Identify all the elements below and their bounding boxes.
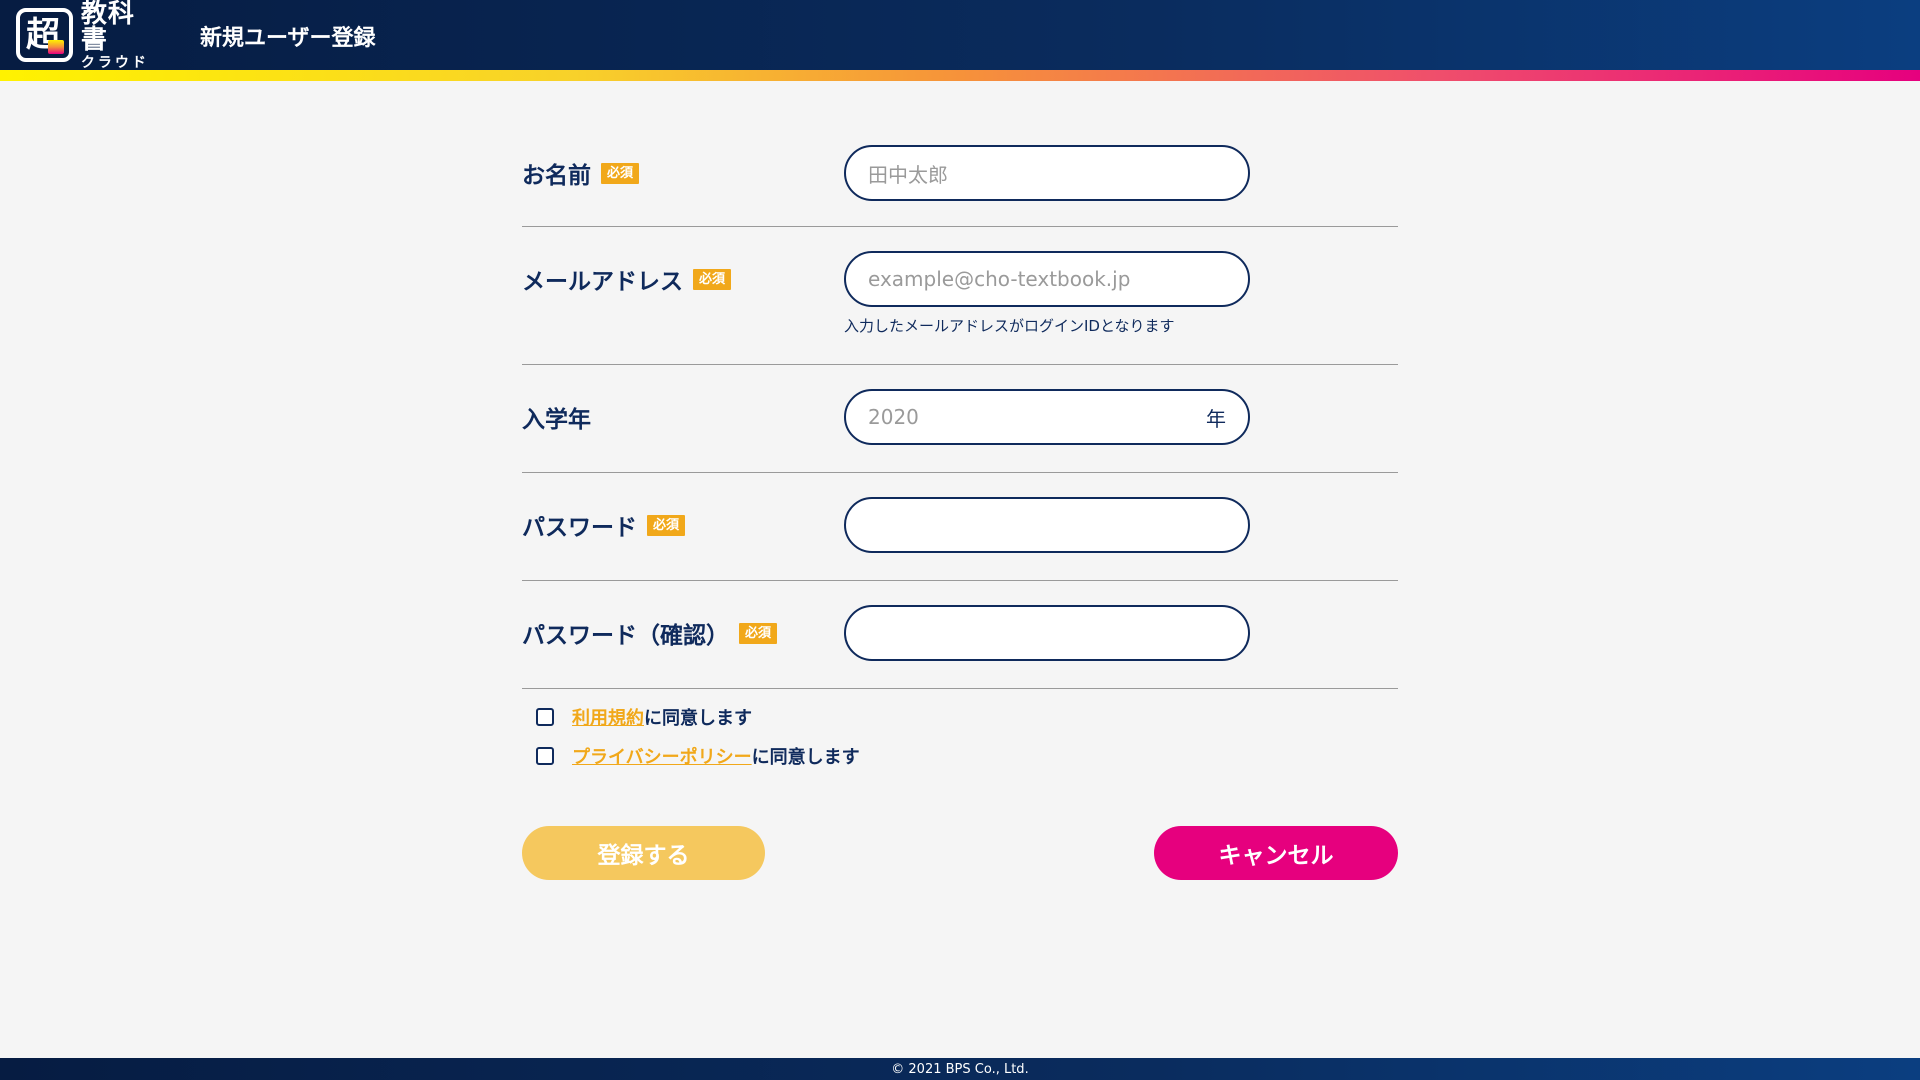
terms-link[interactable]: 利用規約 [572, 704, 644, 730]
privacy-policy-link[interactable]: プライバシーポリシー [572, 743, 752, 769]
form-row-enrollment-year: 入学年 2020 年 [522, 365, 1398, 473]
form-actions: 登録する キャンセル [522, 826, 1398, 880]
enrollment-year-placeholder: 2020 [868, 405, 919, 429]
agree-terms-item: 利用規約 に同意します [522, 704, 1398, 730]
logo-main-text: 教科書 [80, 0, 135, 55]
password-confirm-label: パスワード（確認） [522, 623, 729, 649]
registration-form: お名前 必須 田中太郎 メールアドレス 必須 example@cho-textb… [522, 115, 1398, 784]
name-label: お名前 [522, 163, 591, 189]
logo-mark-icon: 超 [16, 8, 73, 62]
terms-agree-text: に同意します [644, 708, 752, 729]
cancel-button[interactable]: キャンセル [1154, 826, 1398, 880]
form-row-name: お名前 必須 田中太郎 [522, 115, 1398, 227]
logo-sub-text: クラウド [80, 54, 149, 71]
privacy-checkbox[interactable] [536, 747, 554, 765]
page-title: 新規ユーザー登録 [200, 26, 376, 51]
app-header: 超 教科書 クラウド 新規ユーザー登録 [0, 0, 1920, 70]
form-row-email: メールアドレス 必須 example@cho-textbook.jp 入力したメ… [522, 227, 1398, 365]
app-logo[interactable]: 超 教科書 クラウド [16, 1, 160, 70]
app-footer: © 2021 BPS Co., Ltd. [0, 1058, 1920, 1080]
year-suffix: 年 [1206, 406, 1226, 431]
enrollment-year-input[interactable]: 2020 年 [844, 389, 1250, 445]
agreements: 利用規約 に同意します プライバシーポリシー に同意します [522, 704, 1398, 769]
copyright-text: © 2021 BPS Co., Ltd. [891, 1061, 1029, 1077]
register-button[interactable]: 登録する [522, 826, 765, 880]
name-input[interactable]: 田中太郎 [844, 145, 1250, 201]
email-hint: 入力したメールアドレスがログインIDとなります [844, 317, 1175, 335]
email-placeholder: example@cho-textbook.jp [868, 267, 1131, 291]
password-confirm-input[interactable] [844, 605, 1250, 661]
email-input[interactable]: example@cho-textbook.jp [844, 251, 1250, 307]
password-input[interactable] [844, 497, 1250, 553]
form-row-password: パスワード 必須 [522, 473, 1398, 581]
form-row-password-confirm: パスワード（確認） 必須 [522, 581, 1398, 689]
enrollment-year-label: 入学年 [522, 407, 591, 433]
required-badge: 必須 [693, 268, 732, 290]
name-placeholder: 田中太郎 [868, 162, 948, 187]
terms-checkbox[interactable] [536, 708, 554, 726]
required-badge: 必須 [739, 622, 778, 644]
email-label: メールアドレス [522, 269, 683, 295]
required-badge: 必須 [601, 162, 640, 184]
agree-privacy-item: プライバシーポリシー に同意します [522, 743, 1398, 769]
password-label: パスワード [522, 515, 637, 541]
header-gradient-strip [0, 70, 1920, 81]
required-badge: 必須 [647, 514, 686, 536]
privacy-agree-text: に同意します [751, 747, 860, 768]
